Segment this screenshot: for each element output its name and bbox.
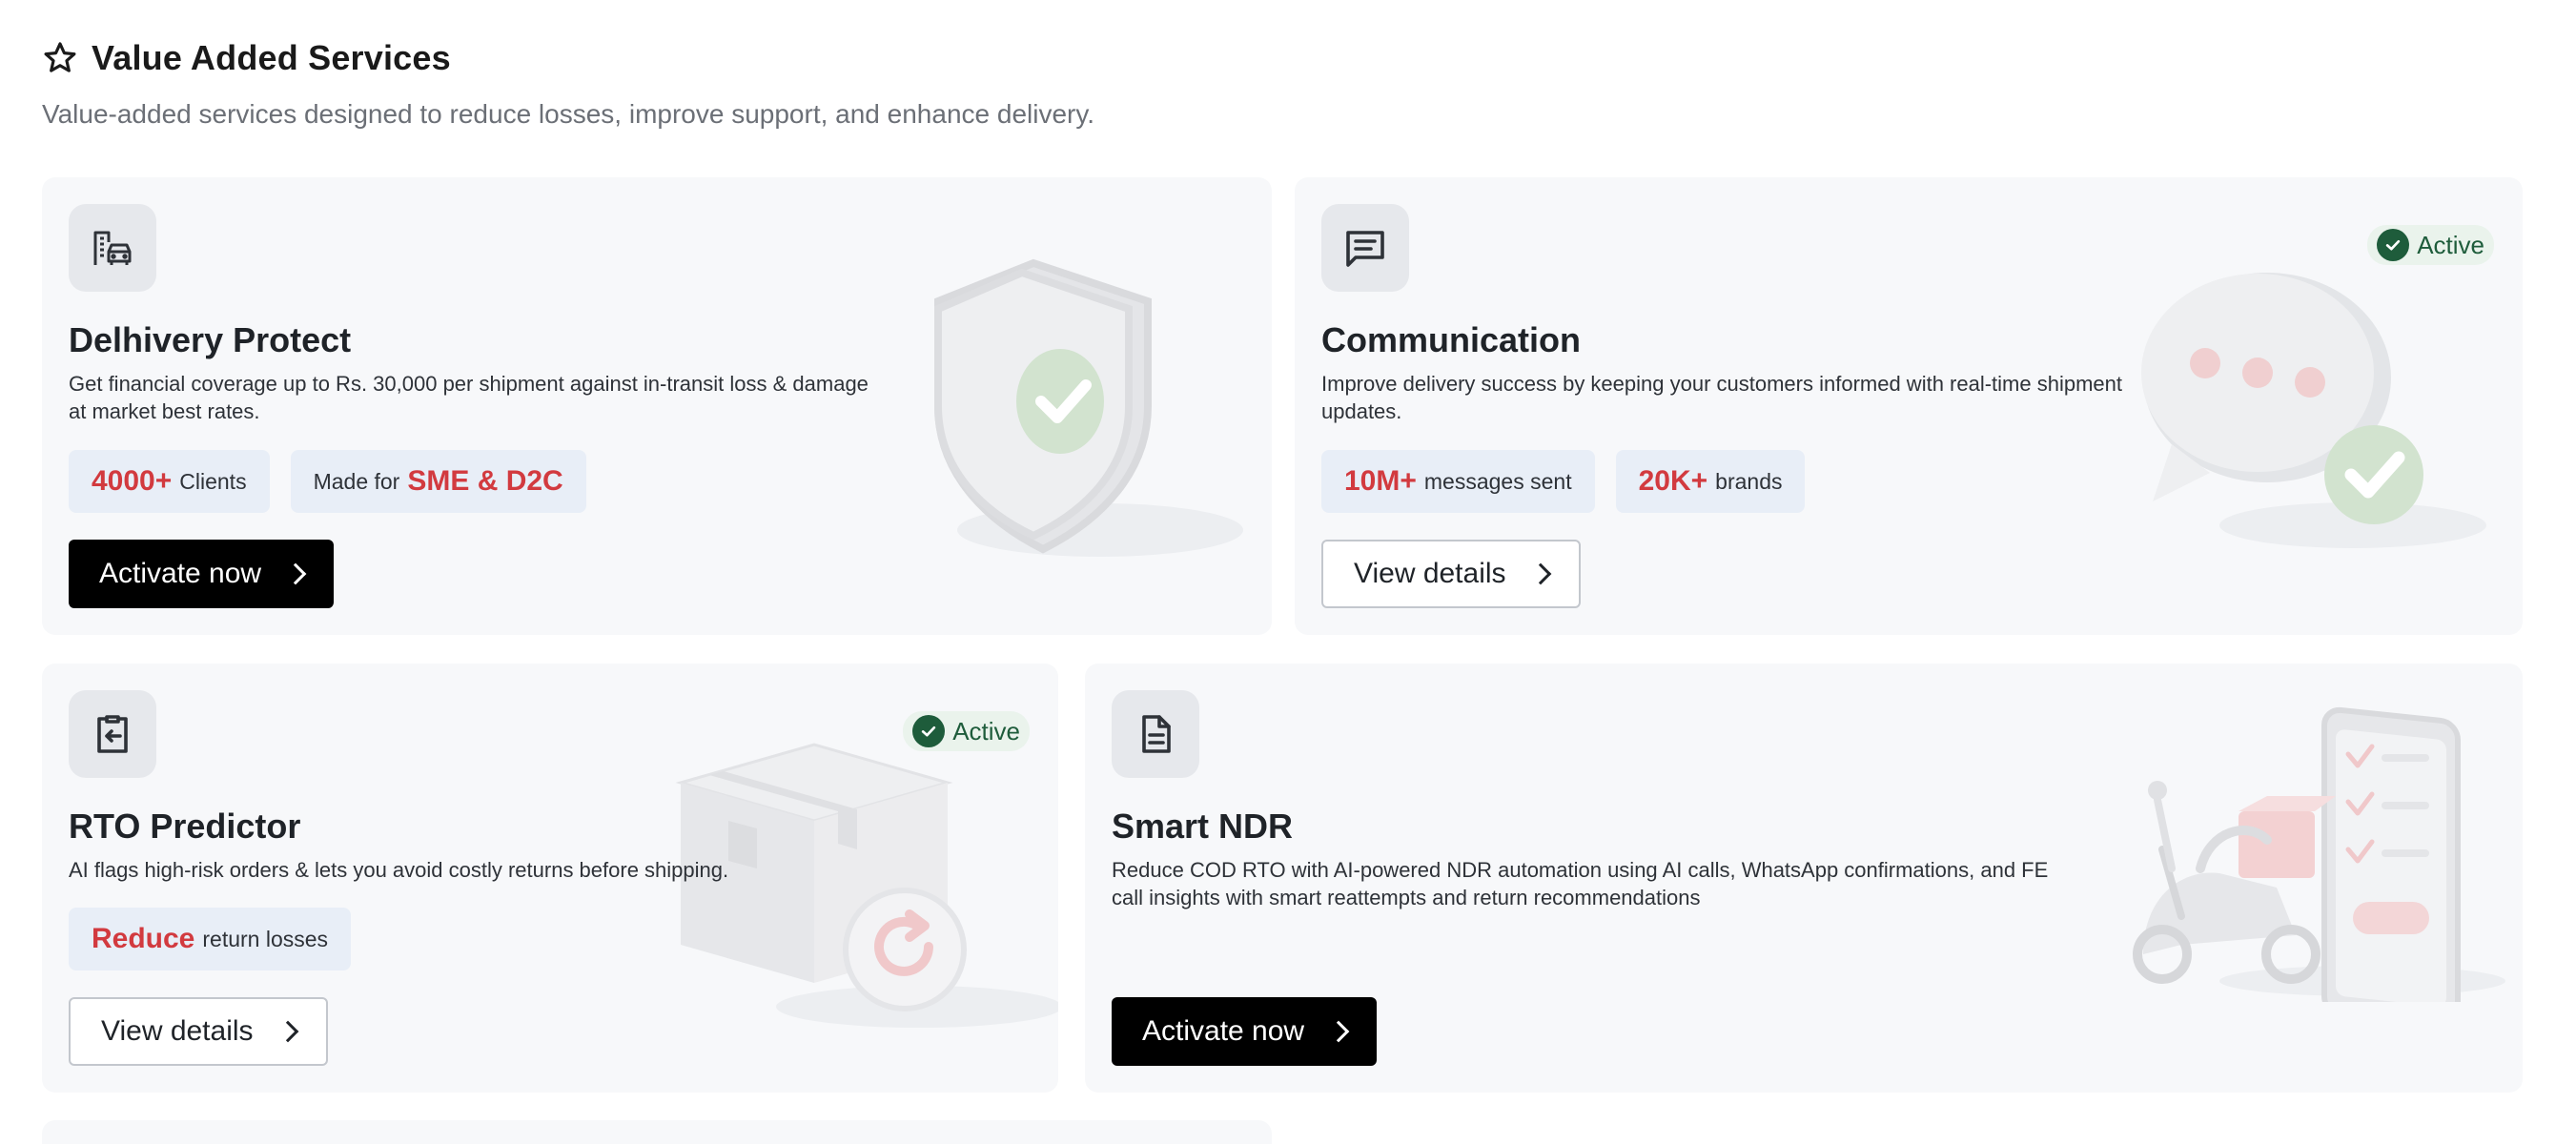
building-car-icon: [93, 231, 132, 265]
card-description: AI flags high-risk orders & lets you avo…: [69, 858, 729, 882]
card-icon-box: [1112, 690, 1199, 778]
page-subtitle: Value-added services designed to reduce …: [42, 99, 1095, 129]
card-stats: 4000+ Clients Made for SME & D2C: [69, 450, 586, 513]
card-title: Communication: [1321, 320, 1582, 359]
stat-label: return losses: [202, 926, 329, 951]
service-card-rto-predictor: Active RTO Predictor AI flags high-risk …: [42, 664, 1058, 1093]
card-description: Improve delivery success by keeping your…: [1321, 372, 2122, 423]
scooter-phone-illustration: [2133, 706, 2505, 1002]
card-icon-box: [69, 204, 156, 292]
stat-value: 20K+: [1638, 465, 1708, 497]
activate-now-button[interactable]: Activate now: [1112, 997, 1378, 1066]
stat-label: brands: [1715, 468, 1783, 494]
stat-value: Reduce: [92, 923, 195, 954]
stat-value: 10M+: [1344, 465, 1417, 497]
stat-chip-audience: Made for SME & D2C: [290, 450, 586, 513]
shield-illustration: [934, 258, 1243, 557]
chat-bubble-illustration: [2141, 273, 2486, 548]
card-stats: Reduce return losses: [69, 908, 352, 970]
chevron-right-icon: [1327, 1020, 1350, 1043]
stat-prefix: Made for: [313, 468, 400, 494]
card-stats: 10M+ messages sent 20K+ brands: [1321, 450, 1806, 513]
stat-label: Clients: [179, 468, 247, 494]
status-badge-active: Active: [2367, 225, 2494, 265]
title-row: Value Added Services: [42, 38, 1094, 78]
chat-message-icon: [1346, 231, 1384, 267]
page-title: Value Added Services: [92, 38, 451, 77]
card-icon-box: [69, 690, 156, 778]
button-label: Activate now: [1142, 1015, 1305, 1047]
button-label: View details: [1354, 558, 1506, 589]
clipboard-return-icon: [97, 715, 128, 753]
service-card-partial: [42, 1120, 1272, 1144]
card-description: Get financial coverage up to Rs. 30,000 …: [69, 372, 869, 423]
button-label: View details: [101, 1015, 254, 1047]
stat-label: messages sent: [1423, 468, 1572, 494]
activate-now-button[interactable]: Activate now: [69, 540, 335, 608]
stat-value: 4000+: [92, 465, 173, 497]
button-label: Activate now: [99, 558, 262, 589]
card-title: Smart NDR: [1112, 807, 1294, 846]
document-icon: [1142, 715, 1171, 753]
view-details-button[interactable]: View details: [1321, 540, 1581, 608]
stat-chip-clients: 4000+ Clients: [69, 450, 270, 513]
page-header: Value Added Services Value-added service…: [42, 38, 1094, 130]
service-card-delhivery-protect: Delhivery Protect Get financial coverage…: [42, 177, 1272, 635]
card-title: Delhivery Protect: [69, 320, 352, 359]
chevron-right-icon: [276, 1020, 298, 1043]
badge-label: Active: [2417, 230, 2484, 259]
stat-chip-brands: 20K+ brands: [1615, 450, 1806, 513]
stat-value: SME & D2C: [407, 465, 563, 497]
card-description: Reduce COD RTO with AI-powered NDR autom…: [1112, 858, 2049, 909]
status-badge-active: Active: [903, 711, 1030, 751]
check-circle-icon: [2377, 229, 2410, 261]
chevron-right-icon: [1529, 562, 1551, 585]
stat-chip-reduce: Reduce return losses: [69, 908, 352, 970]
view-details-button[interactable]: View details: [69, 997, 328, 1066]
service-card-smart-ndr: Smart NDR Reduce COD RTO with AI-powered…: [1085, 664, 2523, 1093]
check-circle-icon: [912, 715, 946, 747]
star-outline-icon: [44, 42, 76, 72]
badge-label: Active: [952, 716, 1020, 746]
card-title: RTO Predictor: [69, 807, 301, 846]
chevron-right-icon: [284, 562, 307, 585]
service-card-communication: Active Communication Improve delivery su…: [1295, 177, 2523, 635]
stat-chip-messages: 10M+ messages sent: [1321, 450, 1595, 513]
card-icon-box: [1321, 204, 1409, 292]
